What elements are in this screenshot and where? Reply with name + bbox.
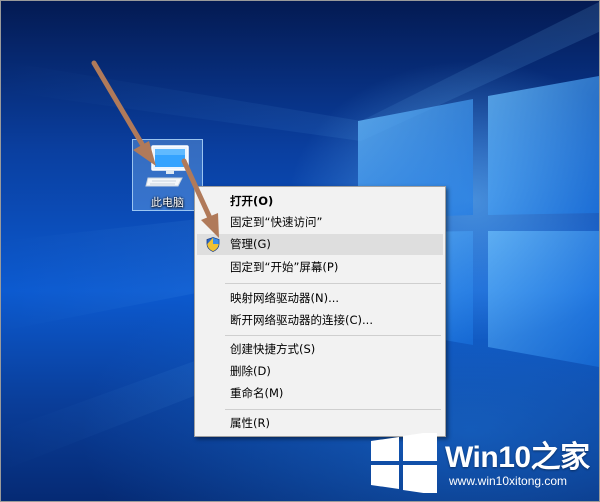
menu-item-manage[interactable]: 管理(G) — [197, 234, 443, 255]
watermark-brand: Win10之家 — [445, 441, 590, 474]
win10-watermark: Win10之家 www.win10xitong.com — [369, 426, 599, 501]
menu-separator — [225, 335, 441, 336]
menu-item-disconnect-network-drive-label: 断开网络驱动器的连接(C)... — [230, 313, 373, 327]
menu-item-open-label: 打开(O) — [230, 194, 274, 208]
menu-item-manage-label: 管理(G) — [230, 237, 271, 251]
menu-item-pin-start-label: 固定到“开始”屏幕(P) — [230, 260, 339, 274]
computer-icon — [145, 145, 189, 187]
menu-item-delete[interactable]: 删除(D) — [197, 361, 443, 382]
desktop-screenshot: 此电脑 打开(O) 固定到“快速访问” 管理(G) 固定到“开始”屏幕(P) 映… — [0, 0, 600, 502]
menu-item-disconnect-network-drive[interactable]: 断开网络驱动器的连接(C)... — [197, 310, 443, 331]
menu-item-pin-start[interactable]: 固定到“开始”屏幕(P) — [197, 257, 443, 278]
menu-item-pin-quick-access[interactable]: 固定到“快速访问” — [197, 212, 443, 233]
menu-item-create-shortcut-label: 创建快捷方式(S) — [230, 342, 316, 356]
menu-item-pin-quick-access-label: 固定到“快速访问” — [230, 215, 323, 229]
windows-logo-icon — [371, 433, 437, 493]
this-pc-label: 此电脑 — [151, 196, 184, 209]
menu-item-properties-label: 属性(R) — [230, 416, 270, 430]
watermark-url: www.win10xitong.com — [449, 474, 568, 488]
menu-separator — [225, 409, 441, 410]
menu-item-delete-label: 删除(D) — [230, 364, 271, 378]
menu-item-map-network-drive-label: 映射网络驱动器(N)... — [230, 291, 340, 305]
context-menu: 打开(O) 固定到“快速访问” 管理(G) 固定到“开始”屏幕(P) 映射网络驱… — [194, 186, 446, 437]
this-pc-desktop-icon[interactable]: 此电脑 — [132, 139, 203, 211]
menu-item-rename[interactable]: 重命名(M) — [197, 383, 443, 404]
menu-item-open[interactable]: 打开(O) — [197, 191, 443, 212]
menu-separator — [225, 283, 441, 284]
menu-item-create-shortcut[interactable]: 创建快捷方式(S) — [197, 339, 443, 360]
uac-shield-icon — [206, 237, 220, 252]
menu-item-map-network-drive[interactable]: 映射网络驱动器(N)... — [197, 288, 443, 309]
menu-item-rename-label: 重命名(M) — [230, 386, 284, 400]
